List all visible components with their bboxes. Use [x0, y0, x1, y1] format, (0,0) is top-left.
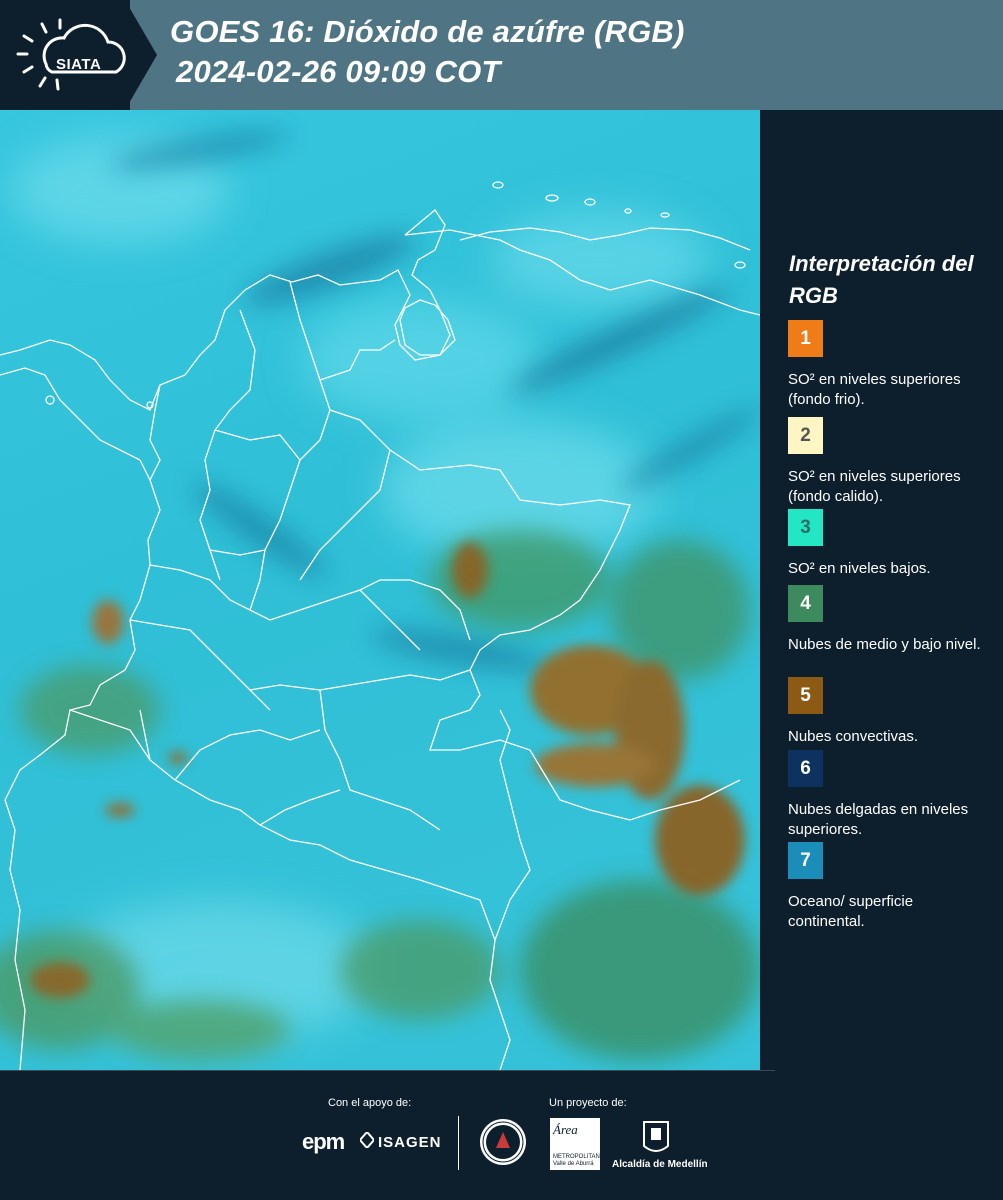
legend-swatch-3: 3 [788, 509, 823, 546]
legend-item-5: 5 Nubes convectivas. [788, 677, 993, 747]
logo-divider [458, 1116, 459, 1170]
legend-label-2: SO² en niveles superiores (fondo calido)… [788, 468, 961, 505]
legend-label-1: SO² en niveles superiores (fondo frio). [788, 371, 961, 408]
legend-number: 4 [800, 592, 811, 614]
legend-number: 3 [800, 516, 811, 538]
legend-label-5: Nubes convectivas. [788, 728, 919, 745]
satellite-map[interactable] [0, 110, 760, 1070]
product-timestamp: 2024-02-26 09:09 COT [176, 54, 501, 89]
area-logo-sub: METROPOLITANA Valle de Aburrá [553, 1154, 604, 1167]
support-label: Con el apoyo de: [328, 1097, 412, 1109]
legend-number: 5 [800, 684, 811, 706]
legend-item-6: 6 Nubes delgadas en niveles superiores. [788, 750, 993, 840]
legend-label-7: Oceano/ superficie continental. [788, 893, 914, 930]
project-label: Un proyecto de: [549, 1097, 627, 1109]
legend-item-4: 4 Nubes de medio y bajo nivel. [788, 585, 993, 655]
legend-label-6: Nubes delgadas en niveles superiores. [788, 801, 969, 838]
legend-number: 6 [800, 757, 811, 779]
legend-title: Interpretación del RGB [789, 251, 974, 308]
legend-label-3: SO² en niveles bajos. [788, 560, 931, 577]
alcaldia-emblem-icon [643, 1121, 669, 1152]
legend-swatch-4: 4 [788, 585, 823, 622]
isagen-logo: ISAGEN [378, 1134, 442, 1151]
legend-panel: Interpretación del RGB 1 SO² en niveles … [760, 110, 1003, 1070]
legend-swatch-2: 2 [788, 417, 823, 454]
isagen-mark-icon [360, 1132, 374, 1148]
legend-item-1: 1 SO² en niveles superiores (fondo frio)… [788, 320, 993, 410]
legend-number: 2 [800, 424, 811, 446]
logo-text: SIATA [56, 56, 102, 73]
legend-number: 1 [800, 327, 811, 349]
alcaldia-text: Alcaldía de Medellín [612, 1159, 708, 1170]
footer: Con el apoyo de: Un proyecto de: epm ISA… [0, 1070, 1003, 1200]
legend-item-3: 3 SO² en niveles bajos. [788, 509, 993, 579]
rgb-satellite-image [0, 110, 760, 1070]
product-title: GOES 16: Dióxido de azúfre (RGB) [170, 14, 685, 49]
legend-item-2: 2 SO² en niveles superiores (fondo calid… [788, 417, 993, 507]
legend-label-4: Nubes de medio y bajo nivel. [788, 636, 981, 653]
epm-logo: epm [302, 1129, 345, 1154]
medellin-seal-icon [480, 1119, 526, 1165]
legend-swatch-5: 5 [788, 677, 823, 714]
legend-item-7: 7 Oceano/ superficie continental. [788, 842, 993, 932]
footer-divider [0, 1070, 775, 1071]
legend-number: 7 [800, 849, 811, 871]
legend-swatch-1: 1 [788, 320, 823, 357]
sun-cloud-icon [16, 18, 126, 91]
legend-swatch-6: 6 [788, 750, 823, 787]
area-logo-text: Área [553, 1122, 578, 1137]
header: SIATA GOES 16: Dióxido de azúfre (RGB) 2… [0, 0, 1003, 110]
legend-swatch-7: 7 [788, 842, 823, 879]
siata-logo: SIATA [12, 12, 132, 96]
